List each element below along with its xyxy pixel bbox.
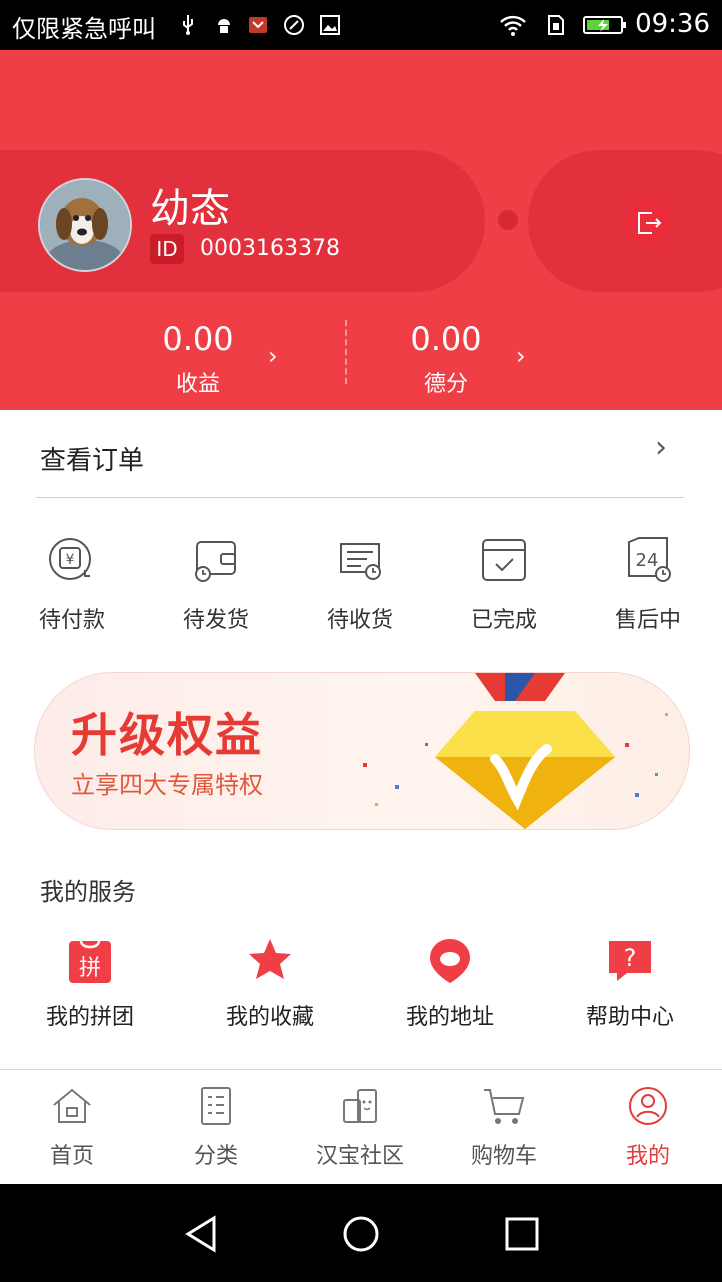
stats-divider <box>345 320 347 384</box>
nav-label: 分类 <box>193 1144 238 1169</box>
status-left-text: 仅限紧急呼叫 <box>12 15 156 43</box>
view-orders-row[interactable]: 查看订单 › <box>0 420 722 500</box>
battery-charging-icon <box>583 16 626 34</box>
order-label: 待付款 <box>38 608 105 633</box>
nav-label: 购物车 <box>470 1144 537 1169</box>
divider <box>36 497 684 498</box>
nav-cart[interactable]: 购物车 <box>444 1084 564 1170</box>
chevron-right-icon: › <box>655 430 667 465</box>
nav-community[interactable]: 汉宝社区 <box>300 1084 420 1170</box>
service-label: 我的收藏 <box>225 1005 314 1030</box>
banner-subtitle: 立享四大专属特权 <box>71 771 263 799</box>
bottom-navigation: 首页 分类 汉宝社区 购物车 我的 <box>0 1069 722 1185</box>
order-pending-payment[interactable]: ¥ 待付款 <box>12 532 132 634</box>
image-icon <box>320 15 340 35</box>
user-id-number: 0003163378 <box>200 236 340 261</box>
sim-icon <box>548 15 564 35</box>
service-label: 我的拼团 <box>45 1005 134 1030</box>
logout-icon <box>638 212 662 234</box>
usb-icon <box>183 15 193 35</box>
svg-text:24: 24 <box>636 550 659 571</box>
nav-category[interactable]: 分类 <box>156 1084 276 1170</box>
system-navigation-bar <box>0 1184 722 1282</box>
stat-earnings-label: 收益 <box>175 372 220 397</box>
service-address[interactable]: 我的地址 <box>375 935 525 1031</box>
app-notification-icon <box>249 17 267 33</box>
order-after-sale[interactable]: 24 售后中 <box>588 532 708 634</box>
chevron-right-icon: › <box>268 342 278 370</box>
diamond-medal-icon <box>363 673 668 829</box>
cart-icon <box>484 1089 525 1124</box>
receipt-clock-icon <box>340 543 381 580</box>
order-label: 售后中 <box>614 608 681 633</box>
android-icon <box>218 19 230 33</box>
wallet-clock-icon <box>195 541 236 582</box>
status-time: 09:36 <box>635 9 710 39</box>
logout-button[interactable] <box>625 200 671 246</box>
nav-home[interactable]: 首页 <box>12 1084 132 1170</box>
chevron-right-icon: › <box>516 342 526 370</box>
order-completed[interactable]: 已完成 <box>444 532 564 634</box>
stat-earnings-value: 0.00 <box>162 320 234 358</box>
help-icon: ? <box>609 941 651 981</box>
order-label: 待发货 <box>182 608 249 633</box>
category-list-icon <box>201 1087 231 1125</box>
calendar-check-icon <box>482 539 526 581</box>
order-label: 待收货 <box>326 608 393 633</box>
username: 幼态 <box>150 186 230 232</box>
id-badge: ID <box>150 234 184 264</box>
status-bar: 仅限紧急呼叫 09:36 <box>0 0 722 50</box>
service-group-buy[interactable]: 拼 我的拼团 <box>15 935 165 1031</box>
stat-earnings[interactable]: 0.00 收益 › <box>128 320 328 400</box>
svg-text:¥: ¥ <box>66 552 75 568</box>
stat-points-value: 0.00 <box>410 320 482 358</box>
order-label: 已完成 <box>470 608 537 633</box>
help-badge: ? <box>624 944 637 972</box>
home-button-icon[interactable] <box>341 1214 381 1254</box>
order-pending-receipt[interactable]: 待收货 <box>300 532 420 634</box>
sync-icon <box>284 15 304 35</box>
service-label: 我的地址 <box>405 1005 494 1030</box>
star-icon <box>249 939 291 979</box>
recent-apps-icon[interactable] <box>502 1214 542 1254</box>
profile-icon <box>629 1087 667 1125</box>
order-pending-shipment[interactable]: 待发货 <box>156 532 276 634</box>
decor-dot <box>498 210 518 230</box>
avatar[interactable] <box>38 178 132 272</box>
nav-label: 我的 <box>625 1144 670 1169</box>
profile-header: 幼态 ID 0003163378 0.00 收益 › 0.00 德分 › <box>0 50 722 410</box>
group-buy-icon: 拼 <box>69 940 111 983</box>
nav-label: 首页 <box>49 1144 94 1169</box>
after-sale-24-icon: 24 <box>628 537 671 582</box>
service-label: 帮助中心 <box>585 1005 674 1030</box>
wifi-icon <box>500 15 526 36</box>
view-orders-title: 查看订单 <box>40 446 145 476</box>
nav-mine[interactable]: 我的 <box>588 1084 708 1170</box>
service-favorites[interactable]: 我的收藏 <box>195 935 345 1031</box>
location-pin-icon <box>430 939 470 983</box>
services-title: 我的服务 <box>40 878 136 906</box>
stat-points[interactable]: 0.00 德分 › <box>376 320 576 400</box>
payment-pending-icon: ¥ <box>49 538 91 580</box>
stat-points-label: 德分 <box>423 372 468 397</box>
dog-avatar-image <box>40 180 130 270</box>
back-icon[interactable] <box>182 1214 222 1254</box>
service-help-center[interactable]: ? 帮助中心 <box>555 935 705 1031</box>
upgrade-benefits-banner[interactable]: 升级权益 立享四大专属特权 <box>34 672 690 830</box>
group-buy-badge: 拼 <box>79 956 101 981</box>
community-icon <box>343 1089 377 1123</box>
nav-label: 汉宝社区 <box>315 1144 404 1169</box>
banner-title: 升级权益 <box>71 708 263 762</box>
home-icon <box>53 1088 91 1123</box>
